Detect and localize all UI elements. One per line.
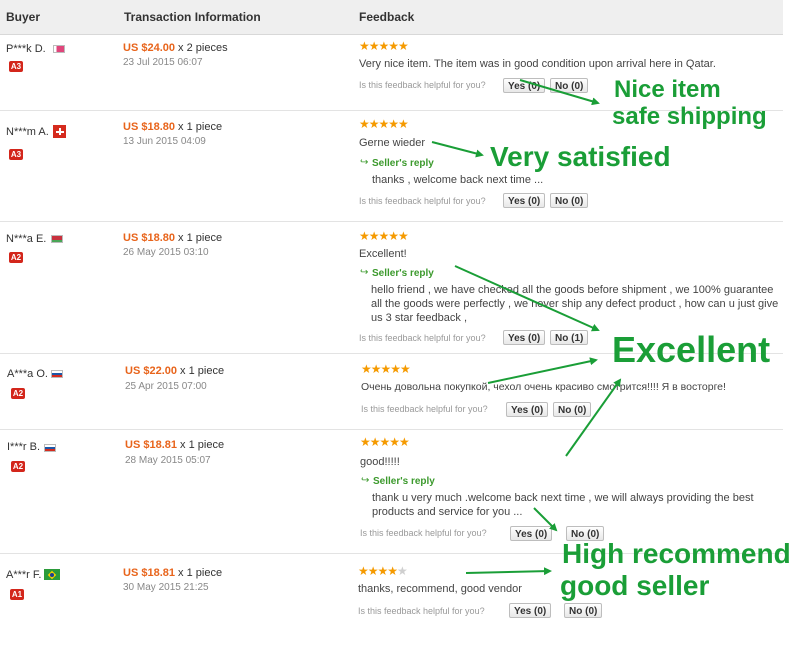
reply-arrow-icon: ↪ — [360, 157, 369, 168]
helpful-no-button[interactable]: No (1) — [550, 330, 589, 345]
star-rating: ★★★★★ — [360, 435, 410, 449]
buyer-name: P***k D. — [6, 43, 46, 55]
feedback-comment: thanks, recommend, good vendor — [358, 583, 522, 595]
transaction-date: 28 May 2015 05:07 — [125, 455, 211, 466]
table-header: Buyer Transaction Information Feedback — [0, 0, 783, 35]
annotation-nice-item: Nice item — [614, 76, 721, 103]
buyer-level-badge: A1 — [10, 589, 24, 600]
helpful-yes-button[interactable]: Yes (0) — [509, 603, 552, 618]
reply-arrow-icon: ↪ — [361, 475, 370, 486]
transaction-price-line: US $18.80 x 1 piece — [123, 232, 222, 244]
reply-arrow-icon: ↪ — [360, 267, 369, 278]
buyer-level-badge: A2 — [11, 388, 25, 399]
feedback-comment: Very nice item. The item was in good con… — [359, 58, 716, 70]
buyer-name: N***m A. — [6, 126, 49, 138]
buyer-column-header: Buyer — [6, 10, 41, 24]
quantity: x 1 piece — [178, 121, 223, 133]
star-rating: ★★★★★ — [359, 39, 409, 53]
helpful-yes-button[interactable]: Yes (0) — [510, 526, 553, 541]
russia-flag-icon — [51, 370, 63, 378]
buyer-name: I***r B. — [7, 441, 41, 453]
price: US $18.81 — [123, 567, 175, 579]
helpful-yes-button[interactable]: Yes (0) — [503, 330, 546, 345]
transaction-date: 30 May 2015 21:25 — [123, 582, 209, 593]
buyer-level-badge: A2 — [9, 252, 23, 263]
annotation-excellent: Excellent — [612, 329, 771, 370]
star-rating: ★★★★★ — [359, 229, 409, 243]
price: US $22.00 — [125, 365, 177, 377]
helpful-no-button[interactable]: No (0) — [564, 603, 603, 618]
transaction-date: 25 Apr 2015 07:00 — [125, 381, 207, 392]
belarus-flag-icon — [51, 235, 63, 243]
russia-flag-icon — [44, 444, 56, 452]
helpful-question: Is this feedback helpful for you? — [359, 333, 486, 343]
helpful-no-button[interactable]: No (0) — [553, 402, 592, 417]
price: US $18.80 — [123, 121, 175, 133]
seller-reply-text: thanks , welcome back next time ... — [372, 174, 544, 186]
brazil-flag-icon — [44, 569, 60, 580]
buyer-level-badge: A3 — [9, 149, 23, 160]
quantity: x 1 piece — [180, 365, 225, 377]
buyer-name: N***a E. — [6, 233, 47, 245]
helpful-question: Is this feedback helpful for you? — [358, 606, 485, 616]
quantity: x 2 pieces — [178, 42, 228, 54]
feedback-comment: Очень довольна покупкой, чехол очень кра… — [361, 381, 726, 393]
feedback-row: I***r B. A2 US $18.81 x 1 piece 28 May 2… — [0, 430, 783, 554]
buyer-name: A***a O. — [7, 368, 48, 380]
helpful-question: Is this feedback helpful for you? — [359, 196, 486, 206]
star-rating: ★★★★★ — [359, 117, 409, 131]
seller-reply-text: hello friend , we have checked all the g… — [371, 284, 779, 324]
buyer-name: A***r F. — [6, 569, 42, 581]
annotation-safe-shipping: safe shipping — [612, 103, 767, 130]
quantity: x 1 piece — [178, 567, 223, 579]
feedback-column-header: Feedback — [359, 10, 415, 24]
transaction-price-line: US $22.00 x 1 piece — [125, 365, 224, 377]
feedback-comment: Excellent! — [359, 248, 407, 260]
transaction-date: 23 Jul 2015 06:07 — [123, 57, 203, 68]
price: US $18.80 — [123, 232, 175, 244]
quantity: x 1 piece — [180, 439, 225, 451]
annotation-very-satisfied: Very satisfied — [490, 141, 671, 172]
transaction-price-line: US $18.81 x 1 piece — [123, 567, 222, 579]
buyer-level-badge: A3 — [9, 61, 23, 72]
helpful-yes-button[interactable]: Yes (0) — [506, 402, 549, 417]
star-rating: ★★★★★ — [361, 362, 411, 376]
transaction-price-line: US $24.00 x 2 pieces — [123, 42, 228, 54]
buyer-level-badge: A2 — [11, 461, 25, 472]
transaction-date: 13 Jun 2015 04:09 — [123, 136, 206, 147]
seller-reply-label: Seller's reply — [373, 476, 435, 487]
helpful-question: Is this feedback helpful for you? — [359, 80, 486, 90]
price: US $18.81 — [125, 439, 177, 451]
helpful-yes-button[interactable]: Yes (0) — [503, 193, 546, 208]
feedback-comment: good!!!!! — [360, 456, 400, 468]
annotation-good-seller: good seller — [560, 570, 710, 601]
transaction-price-line: US $18.80 x 1 piece — [123, 121, 222, 133]
quantity: x 1 piece — [178, 232, 223, 244]
transaction-column-header: Transaction Information — [124, 10, 261, 24]
star-rating: ★★★★★ — [358, 564, 408, 578]
seller-reply-label: Seller's reply — [372, 158, 434, 169]
annotation-high-recommend: High recommend — [562, 538, 790, 569]
switzerland-flag-icon — [53, 125, 66, 138]
price: US $24.00 — [123, 42, 175, 54]
transaction-price-line: US $18.81 x 1 piece — [125, 439, 224, 451]
helpful-yes-button[interactable]: Yes (0) — [503, 78, 546, 93]
helpful-no-button[interactable]: No (0) — [550, 78, 589, 93]
transaction-date: 26 May 2015 03:10 — [123, 247, 209, 258]
seller-reply-label: Seller's reply — [372, 268, 434, 279]
helpful-question: Is this feedback helpful for you? — [361, 404, 488, 414]
helpful-question: Is this feedback helpful for you? — [360, 528, 487, 538]
seller-reply-text: thank u very much .welcome back next tim… — [372, 492, 754, 518]
helpful-no-button[interactable]: No (0) — [550, 193, 589, 208]
feedback-comment: Gerne wieder — [359, 137, 426, 149]
qatar-flag-icon — [53, 45, 65, 53]
